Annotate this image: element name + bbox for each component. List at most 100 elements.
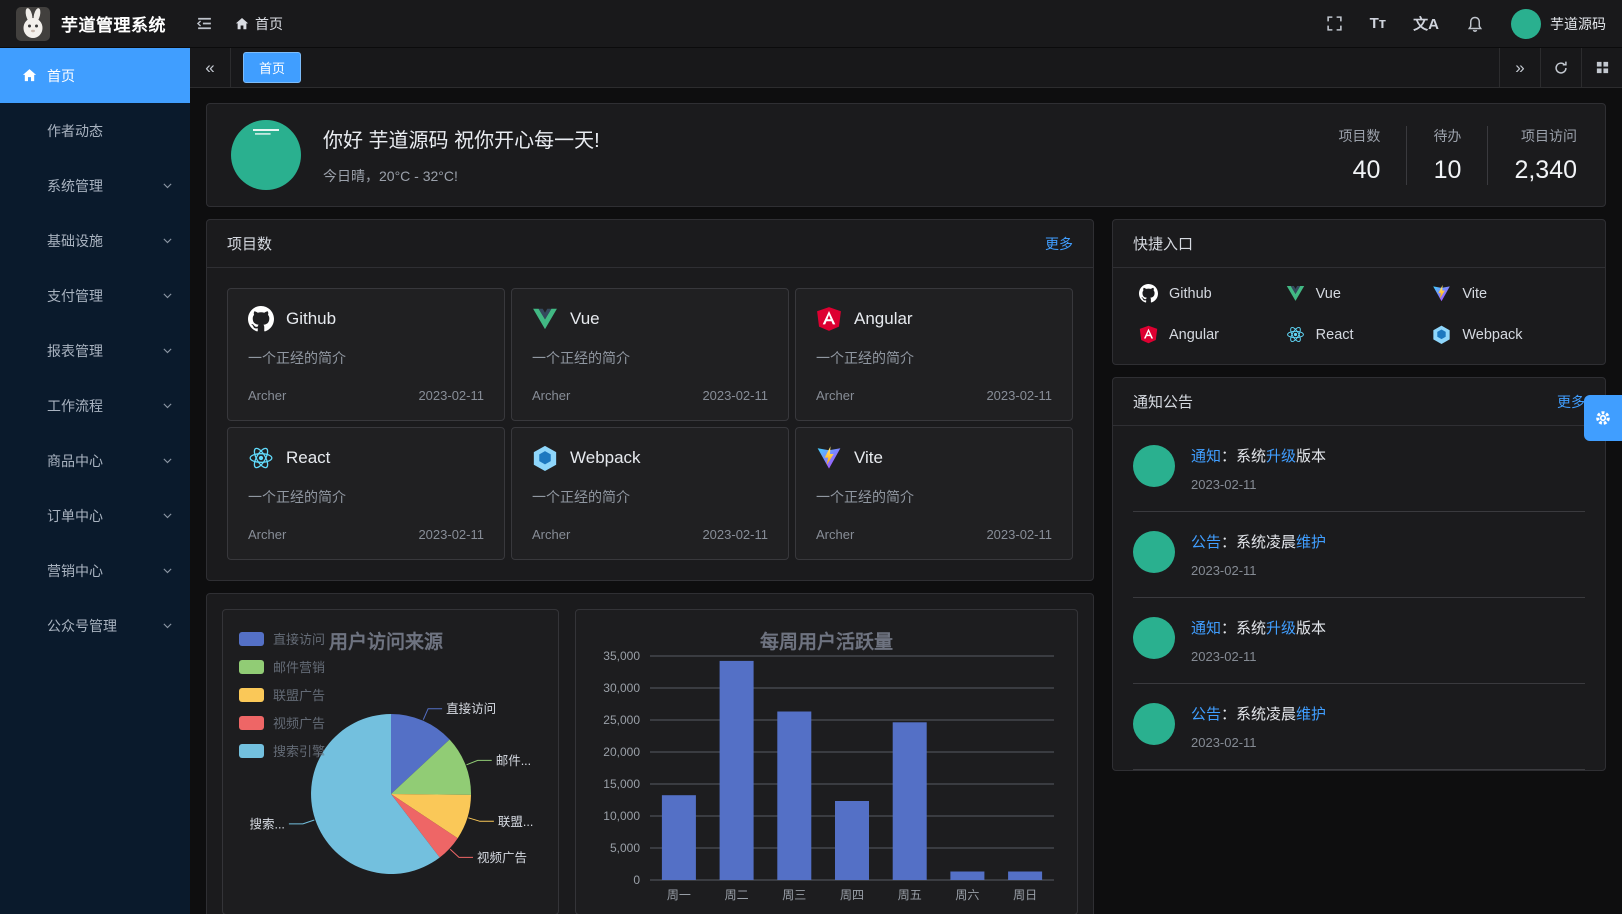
project-card-vue[interactable]: Vue 一个正经的简介 Archer 2023-02-11 bbox=[511, 288, 789, 421]
user-menu[interactable]: 芋道源码 bbox=[1511, 9, 1606, 39]
shortcut-react[interactable]: React bbox=[1286, 325, 1433, 344]
project-card-vite[interactable]: Vite 一个正经的简介 Archer 2023-02-11 bbox=[795, 427, 1073, 560]
theme-settings-button[interactable] bbox=[1584, 395, 1622, 441]
project-card-github[interactable]: Github 一个正经的简介 Archer 2023-02-11 bbox=[227, 288, 505, 421]
notice-title[interactable]: 公告：系统凌晨维护 bbox=[1191, 531, 1326, 552]
shortcut-webpack[interactable]: Webpack bbox=[1432, 325, 1579, 344]
bar-周六 bbox=[950, 872, 984, 881]
sidebar-item-infra[interactable]: 基础设施 bbox=[0, 213, 190, 268]
notice-title[interactable]: 通知：系统升级版本 bbox=[1191, 445, 1326, 466]
breadcrumb[interactable]: 首页 bbox=[235, 14, 283, 34]
sidebar-item-report[interactable]: 报表管理 bbox=[0, 323, 190, 378]
github-icon bbox=[248, 306, 274, 332]
notice-text: 版本 bbox=[1296, 620, 1326, 637]
pie-legend-item[interactable]: 搜索引擎 bbox=[239, 741, 325, 760]
sidebar-item-payment[interactable]: 支付管理 bbox=[0, 268, 190, 323]
breadcrumb-home: 首页 bbox=[255, 14, 283, 34]
fullscreen-icon[interactable] bbox=[1326, 15, 1343, 32]
tab-home[interactable]: 首页 bbox=[243, 52, 301, 83]
projects-more-link[interactable]: 更多 bbox=[1045, 234, 1073, 254]
sidebar-item-marketing[interactable]: 营销中心 bbox=[0, 543, 190, 598]
app-logo bbox=[16, 7, 50, 41]
language-icon[interactable]: 文A bbox=[1413, 13, 1439, 34]
refresh-button[interactable] bbox=[1540, 48, 1581, 87]
bell-icon[interactable] bbox=[1466, 15, 1484, 33]
project-card-angular[interactable]: Angular 一个正经的简介 Archer 2023-02-11 bbox=[795, 288, 1073, 421]
project-card-webpack[interactable]: Webpack 一个正经的简介 Archer 2023-02-11 bbox=[511, 427, 789, 560]
x-axis-tick-label: 周六 bbox=[955, 888, 979, 902]
stat-label: 项目数 bbox=[1338, 126, 1380, 146]
menu-fold-icon[interactable] bbox=[196, 15, 213, 32]
notice-tag: 公告 bbox=[1191, 706, 1221, 723]
shortcut-vue[interactable]: Vue bbox=[1286, 284, 1433, 303]
home-icon bbox=[22, 68, 37, 83]
notice-highlight: 升级 bbox=[1266, 448, 1296, 465]
notice-highlight: 维护 bbox=[1296, 706, 1326, 723]
project-date: 2023-02-11 bbox=[702, 388, 768, 403]
tabs-scroll-right-button[interactable]: » bbox=[1499, 48, 1540, 87]
pie-slice-label: 搜索... bbox=[249, 816, 284, 831]
shortcut-label: Vue bbox=[1316, 286, 1341, 302]
pie-legend-item[interactable]: 联盟广告 bbox=[239, 685, 325, 704]
notice-tag: 通知 bbox=[1191, 620, 1221, 637]
sidebar-item-workflow[interactable]: 工作流程 bbox=[0, 378, 190, 433]
notice-highlight: 维护 bbox=[1296, 534, 1326, 551]
tabs-menu-button[interactable] bbox=[1581, 48, 1622, 87]
stat-label: 待办 bbox=[1433, 126, 1461, 146]
pie-label-line bbox=[289, 820, 314, 824]
project-author: Archer bbox=[532, 527, 570, 542]
shortcuts-panel-title: 快捷入口 bbox=[1133, 233, 1193, 254]
notice-avatar bbox=[1133, 445, 1175, 487]
pie-legend-item[interactable]: 邮件营销 bbox=[239, 657, 325, 676]
notices-more-link[interactable]: 更多 bbox=[1557, 392, 1585, 412]
bar-周三 bbox=[777, 712, 811, 881]
notice-date: 2023-02-11 bbox=[1191, 649, 1326, 664]
shortcut-vite[interactable]: Vite bbox=[1432, 284, 1579, 303]
project-author: Archer bbox=[532, 388, 570, 403]
pie-label-line bbox=[467, 760, 492, 764]
gear-icon bbox=[1594, 409, 1612, 427]
chevron-down-icon bbox=[161, 289, 174, 302]
pie-legend-item[interactable]: 直接访问 bbox=[239, 629, 325, 648]
x-axis-tick-label: 周一 bbox=[667, 888, 691, 902]
sidebar-item-system[interactable]: 系统管理 bbox=[0, 158, 190, 213]
chevron-down-icon bbox=[161, 619, 174, 632]
bar-周日 bbox=[1008, 872, 1042, 881]
pie-legend-item[interactable]: 视频广告 bbox=[239, 713, 325, 732]
project-desc: 一个正经的简介 bbox=[248, 348, 484, 368]
notice-date: 2023-02-11 bbox=[1191, 563, 1326, 578]
sidebar-item-label: 商品中心 bbox=[47, 451, 103, 471]
notice-text: ：系统凌晨 bbox=[1221, 534, 1296, 551]
sidebar-item-order[interactable]: 订单中心 bbox=[0, 488, 190, 543]
sidebar-item-product[interactable]: 商品中心 bbox=[0, 433, 190, 488]
y-axis-tick-label: 10,000 bbox=[603, 809, 640, 823]
legend-label: 搜索引擎 bbox=[273, 741, 325, 760]
legend-swatch-icon bbox=[239, 688, 264, 702]
github-icon bbox=[1139, 284, 1158, 303]
x-axis-tick-label: 周四 bbox=[840, 888, 864, 902]
tabs-scroll-left-button[interactable]: « bbox=[190, 48, 231, 87]
vite-icon bbox=[816, 445, 842, 471]
bar-chart: 05,00010,00015,00020,00025,00030,00035,0… bbox=[584, 640, 1064, 908]
shortcut-angular[interactable]: Angular bbox=[1139, 325, 1286, 344]
notice-title[interactable]: 通知：系统升级版本 bbox=[1191, 617, 1326, 638]
y-axis-tick-label: 0 bbox=[633, 873, 640, 887]
stats: 项目数 40 待办 10 项目访问 2,340 bbox=[1312, 126, 1581, 185]
pie-chart-title: 用户访问来源 bbox=[329, 627, 443, 654]
shortcut-github[interactable]: Github bbox=[1139, 284, 1286, 303]
sidebar-item-label: 首页 bbox=[47, 66, 75, 86]
sidebar-item-author-news[interactable]: 作者动态 bbox=[0, 103, 190, 158]
stat-label: 项目访问 bbox=[1514, 126, 1577, 146]
sidebar-item-label: 工作流程 bbox=[47, 396, 103, 416]
legend-label: 联盟广告 bbox=[273, 685, 325, 704]
sidebar-item-home[interactable]: 首页 bbox=[0, 48, 190, 103]
pie-legend: 直接访问邮件营销联盟广告视频广告搜索引擎 bbox=[239, 629, 325, 760]
project-card-react[interactable]: React 一个正经的简介 Archer 2023-02-11 bbox=[227, 427, 505, 560]
sidebar-item-wechat[interactable]: 公众号管理 bbox=[0, 598, 190, 653]
notice-item: 公告：系统凌晨维护 2023-02-11 bbox=[1133, 512, 1585, 598]
notice-tag: 公告 bbox=[1191, 534, 1221, 551]
font-size-icon[interactable]: Tᴛ bbox=[1370, 15, 1387, 32]
webpack-icon bbox=[1432, 325, 1451, 344]
stat-value: 40 bbox=[1338, 156, 1380, 185]
notice-title[interactable]: 公告：系统凌晨维护 bbox=[1191, 703, 1326, 724]
